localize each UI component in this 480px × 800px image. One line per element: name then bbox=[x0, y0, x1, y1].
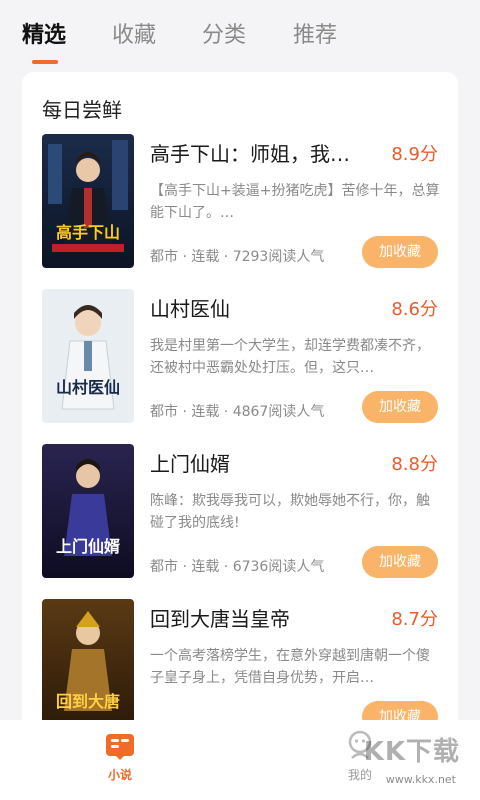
book-icon bbox=[103, 728, 137, 762]
section-title: 每日尝鲜 bbox=[42, 98, 122, 122]
book-description: 陈峰：欺我辱我可以，欺她辱她不行，你，触碰了我的底线! bbox=[150, 493, 430, 531]
book-cover[interactable]: 上门仙婿 bbox=[42, 444, 134, 578]
cover-title: 回到大唐 bbox=[56, 692, 120, 711]
book-score: 8.9分 bbox=[391, 144, 438, 165]
book-score: 8.6分 bbox=[391, 299, 438, 320]
tab-featured[interactable]: 精选 bbox=[22, 22, 66, 50]
book-meta: 都市 · 连载 · 6736阅读人气 bbox=[150, 559, 325, 575]
book-description: 一个高考落榜学生，在意外穿越到唐朝一个傻子皇子身上，凭借自身优势，开启… bbox=[150, 648, 430, 686]
tab-categories[interactable]: 分类 bbox=[202, 22, 246, 50]
book-title[interactable]: 上门仙婿 bbox=[150, 448, 375, 477]
add-favorite-button[interactable]: 加收藏 bbox=[362, 236, 438, 268]
cover-title: 高手下山 bbox=[56, 223, 120, 242]
active-tab-indicator bbox=[32, 60, 58, 64]
daily-picks-card: 每日尝鲜 高手下山 高手下山：师姐，我… 8.9分 【高手下山+装逼+扮猪吃虎】… bbox=[22, 72, 458, 732]
book-score: 8.8分 bbox=[391, 454, 438, 475]
book-item[interactable]: 高手下山 高手下山：师姐，我… 8.9分 【高手下山+装逼+扮猪吃虎】苦修十年，… bbox=[22, 134, 458, 284]
tab-recommend[interactable]: 推荐 bbox=[293, 22, 337, 50]
book-cover[interactable]: 山村医仙 bbox=[42, 289, 134, 423]
book-cover[interactable]: 回到大唐 bbox=[42, 599, 134, 732]
book-title[interactable]: 回到大唐当皇帝 bbox=[150, 603, 375, 632]
nav-label-novels: 小说 bbox=[107, 768, 132, 782]
book-item[interactable]: 山村医仙 山村医仙 8.6分 我是村里第一个大学生，却连学费都凑不齐，还被村中恶… bbox=[22, 289, 458, 439]
book-description: 【高手下山+装逼+扮猪吃虎】苦修十年，总算能下山了。… bbox=[150, 183, 440, 221]
add-favorite-button[interactable]: 加收藏 bbox=[362, 391, 438, 423]
watermark-text: KK下载 bbox=[363, 737, 460, 767]
watermark-url: www.kkx.net bbox=[385, 773, 456, 786]
book-meta: 都市 · 连载 · 4867阅读人气 bbox=[150, 404, 325, 420]
cover-title: 山村医仙 bbox=[56, 378, 120, 397]
cover-title: 上门仙婿 bbox=[56, 537, 120, 556]
book-score: 8.7分 bbox=[391, 609, 438, 630]
bottom-nav-bar: 小说 我的 KK下载 www.kkx.net bbox=[0, 720, 480, 800]
add-favorite-button[interactable]: 加收藏 bbox=[362, 546, 438, 578]
book-description: 我是村里第一个大学生，却连学费都凑不齐，还被村中恶霸处处打压。但，这只… bbox=[150, 338, 430, 376]
top-tab-bar: 精选 收藏 分类 推荐 bbox=[0, 0, 480, 72]
book-cover[interactable]: 高手下山 bbox=[42, 134, 134, 268]
watermark: KK下载 www.kkx.net bbox=[346, 730, 476, 790]
tab-favorites[interactable]: 收藏 bbox=[112, 22, 156, 50]
book-title[interactable]: 山村医仙 bbox=[150, 293, 375, 322]
book-item[interactable]: 上门仙婿 上门仙婿 8.8分 陈峰：欺我辱我可以，欺她辱她不行，你，触碰了我的底… bbox=[22, 444, 458, 594]
book-meta: 都市 · 连载 · 7293阅读人气 bbox=[150, 249, 325, 265]
book-title[interactable]: 高手下山：师姐，我… bbox=[150, 138, 375, 167]
nav-item-novels[interactable]: 小说 bbox=[80, 728, 160, 783]
book-item[interactable]: 回到大唐 回到大唐当皇帝 8.7分 一个高考落榜学生，在意外穿越到唐朝一个傻子皇… bbox=[22, 599, 458, 732]
